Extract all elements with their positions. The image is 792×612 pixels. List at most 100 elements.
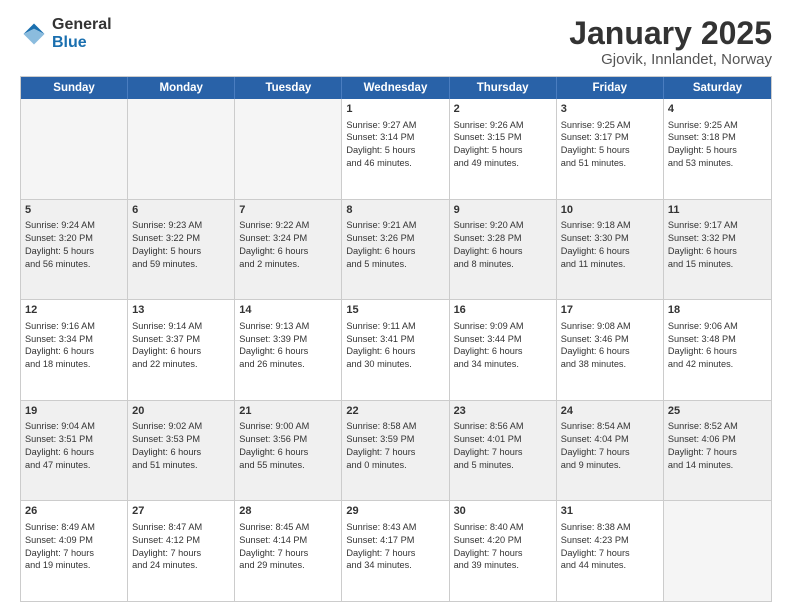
calendar-cell: 26Sunrise: 8:49 AMSunset: 4:09 PMDayligh… xyxy=(21,501,128,601)
page-title: January 2025 xyxy=(569,16,772,51)
day-number: 30 xyxy=(454,504,552,519)
sunrise-text: Sunrise: 9:00 AM xyxy=(239,420,337,433)
sunrise-text: Sunrise: 9:27 AM xyxy=(346,119,444,132)
sunset-text: Sunset: 3:39 PM xyxy=(239,333,337,346)
header-day: Thursday xyxy=(450,77,557,99)
daylight-minutes-text: and 38 minutes. xyxy=(561,358,659,371)
sunset-text: Sunset: 4:14 PM xyxy=(239,534,337,547)
day-number: 10 xyxy=(561,203,659,218)
calendar-cell: 29Sunrise: 8:43 AMSunset: 4:17 PMDayligh… xyxy=(342,501,449,601)
daylight-text: Daylight: 6 hours xyxy=(668,345,767,358)
day-number: 18 xyxy=(668,303,767,318)
day-number: 3 xyxy=(561,102,659,117)
sunset-text: Sunset: 4:23 PM xyxy=(561,534,659,547)
daylight-minutes-text: and 2 minutes. xyxy=(239,258,337,271)
sunrise-text: Sunrise: 8:40 AM xyxy=(454,521,552,534)
daylight-text: Daylight: 7 hours xyxy=(561,547,659,560)
daylight-text: Daylight: 6 hours xyxy=(454,345,552,358)
daylight-text: Daylight: 6 hours xyxy=(561,245,659,258)
calendar-cell: 17Sunrise: 9:08 AMSunset: 3:46 PMDayligh… xyxy=(557,300,664,400)
sunrise-text: Sunrise: 8:38 AM xyxy=(561,521,659,534)
sunset-text: Sunset: 3:15 PM xyxy=(454,131,552,144)
daylight-minutes-text: and 44 minutes. xyxy=(561,559,659,572)
daylight-minutes-text: and 46 minutes. xyxy=(346,157,444,170)
daylight-minutes-text: and 0 minutes. xyxy=(346,459,444,472)
calendar-cell: 31Sunrise: 8:38 AMSunset: 4:23 PMDayligh… xyxy=(557,501,664,601)
calendar-cell: 3Sunrise: 9:25 AMSunset: 3:17 PMDaylight… xyxy=(557,99,664,199)
sunrise-text: Sunrise: 8:58 AM xyxy=(346,420,444,433)
calendar-cell: 10Sunrise: 9:18 AMSunset: 3:30 PMDayligh… xyxy=(557,200,664,300)
day-number: 27 xyxy=(132,504,230,519)
sunrise-text: Sunrise: 9:09 AM xyxy=(454,320,552,333)
sunset-text: Sunset: 3:18 PM xyxy=(668,131,767,144)
sunset-text: Sunset: 3:41 PM xyxy=(346,333,444,346)
sunrise-text: Sunrise: 9:17 AM xyxy=(668,219,767,232)
daylight-text: Daylight: 6 hours xyxy=(239,345,337,358)
sunrise-text: Sunrise: 9:11 AM xyxy=(346,320,444,333)
day-number: 19 xyxy=(25,404,123,419)
daylight-minutes-text: and 8 minutes. xyxy=(454,258,552,271)
logo: General Blue xyxy=(20,16,112,51)
sunrise-text: Sunrise: 9:02 AM xyxy=(132,420,230,433)
sunrise-text: Sunrise: 8:54 AM xyxy=(561,420,659,433)
sunset-text: Sunset: 3:14 PM xyxy=(346,131,444,144)
day-number: 28 xyxy=(239,504,337,519)
daylight-minutes-text: and 30 minutes. xyxy=(346,358,444,371)
header-day: Friday xyxy=(557,77,664,99)
daylight-minutes-text: and 59 minutes. xyxy=(132,258,230,271)
sunrise-text: Sunrise: 9:21 AM xyxy=(346,219,444,232)
calendar-cell: 9Sunrise: 9:20 AMSunset: 3:28 PMDaylight… xyxy=(450,200,557,300)
sunrise-text: Sunrise: 9:06 AM xyxy=(668,320,767,333)
day-number: 23 xyxy=(454,404,552,419)
sunrise-text: Sunrise: 8:52 AM xyxy=(668,420,767,433)
sunrise-text: Sunrise: 8:49 AM xyxy=(25,521,123,534)
sunset-text: Sunset: 3:59 PM xyxy=(346,433,444,446)
daylight-minutes-text: and 56 minutes. xyxy=(25,258,123,271)
sunset-text: Sunset: 4:04 PM xyxy=(561,433,659,446)
calendar-row: 26Sunrise: 8:49 AMSunset: 4:09 PMDayligh… xyxy=(21,501,771,601)
calendar-cell: 23Sunrise: 8:56 AMSunset: 4:01 PMDayligh… xyxy=(450,401,557,501)
day-number: 2 xyxy=(454,102,552,117)
daylight-minutes-text: and 15 minutes. xyxy=(668,258,767,271)
sunrise-text: Sunrise: 9:23 AM xyxy=(132,219,230,232)
calendar-body: 1Sunrise: 9:27 AMSunset: 3:14 PMDaylight… xyxy=(21,99,771,601)
calendar-row: 19Sunrise: 9:04 AMSunset: 3:51 PMDayligh… xyxy=(21,401,771,502)
calendar-cell: 7Sunrise: 9:22 AMSunset: 3:24 PMDaylight… xyxy=(235,200,342,300)
daylight-text: Daylight: 7 hours xyxy=(454,446,552,459)
sunset-text: Sunset: 3:44 PM xyxy=(454,333,552,346)
day-number: 24 xyxy=(561,404,659,419)
calendar-cell: 25Sunrise: 8:52 AMSunset: 4:06 PMDayligh… xyxy=(664,401,771,501)
calendar-cell: 13Sunrise: 9:14 AMSunset: 3:37 PMDayligh… xyxy=(128,300,235,400)
sunset-text: Sunset: 3:17 PM xyxy=(561,131,659,144)
day-number: 7 xyxy=(239,203,337,218)
day-number: 20 xyxy=(132,404,230,419)
daylight-text: Daylight: 5 hours xyxy=(346,144,444,157)
sunset-text: Sunset: 3:22 PM xyxy=(132,232,230,245)
sunset-text: Sunset: 3:32 PM xyxy=(668,232,767,245)
daylight-minutes-text: and 53 minutes. xyxy=(668,157,767,170)
day-number: 6 xyxy=(132,203,230,218)
calendar-cell: 5Sunrise: 9:24 AMSunset: 3:20 PMDaylight… xyxy=(21,200,128,300)
daylight-minutes-text: and 14 minutes. xyxy=(668,459,767,472)
daylight-text: Daylight: 6 hours xyxy=(454,245,552,258)
daylight-text: Daylight: 7 hours xyxy=(239,547,337,560)
day-number: 25 xyxy=(668,404,767,419)
daylight-text: Daylight: 7 hours xyxy=(454,547,552,560)
daylight-text: Daylight: 5 hours xyxy=(454,144,552,157)
title-block: January 2025 Gjovik, Innlandet, Norway xyxy=(569,16,772,68)
header-day: Wednesday xyxy=(342,77,449,99)
calendar-cell: 18Sunrise: 9:06 AMSunset: 3:48 PMDayligh… xyxy=(664,300,771,400)
daylight-text: Daylight: 5 hours xyxy=(668,144,767,157)
page: General Blue January 2025 Gjovik, Innlan… xyxy=(0,0,792,612)
logo-blue: Blue xyxy=(52,34,112,52)
calendar-cell: 24Sunrise: 8:54 AMSunset: 4:04 PMDayligh… xyxy=(557,401,664,501)
calendar-cell: 19Sunrise: 9:04 AMSunset: 3:51 PMDayligh… xyxy=(21,401,128,501)
daylight-minutes-text: and 24 minutes. xyxy=(132,559,230,572)
header: General Blue January 2025 Gjovik, Innlan… xyxy=(20,16,772,68)
sunset-text: Sunset: 3:37 PM xyxy=(132,333,230,346)
day-number: 17 xyxy=(561,303,659,318)
day-number: 11 xyxy=(668,203,767,218)
calendar: SundayMondayTuesdayWednesdayThursdayFrid… xyxy=(20,76,772,602)
calendar-row: 5Sunrise: 9:24 AMSunset: 3:20 PMDaylight… xyxy=(21,200,771,301)
logo-general: General xyxy=(52,16,112,34)
